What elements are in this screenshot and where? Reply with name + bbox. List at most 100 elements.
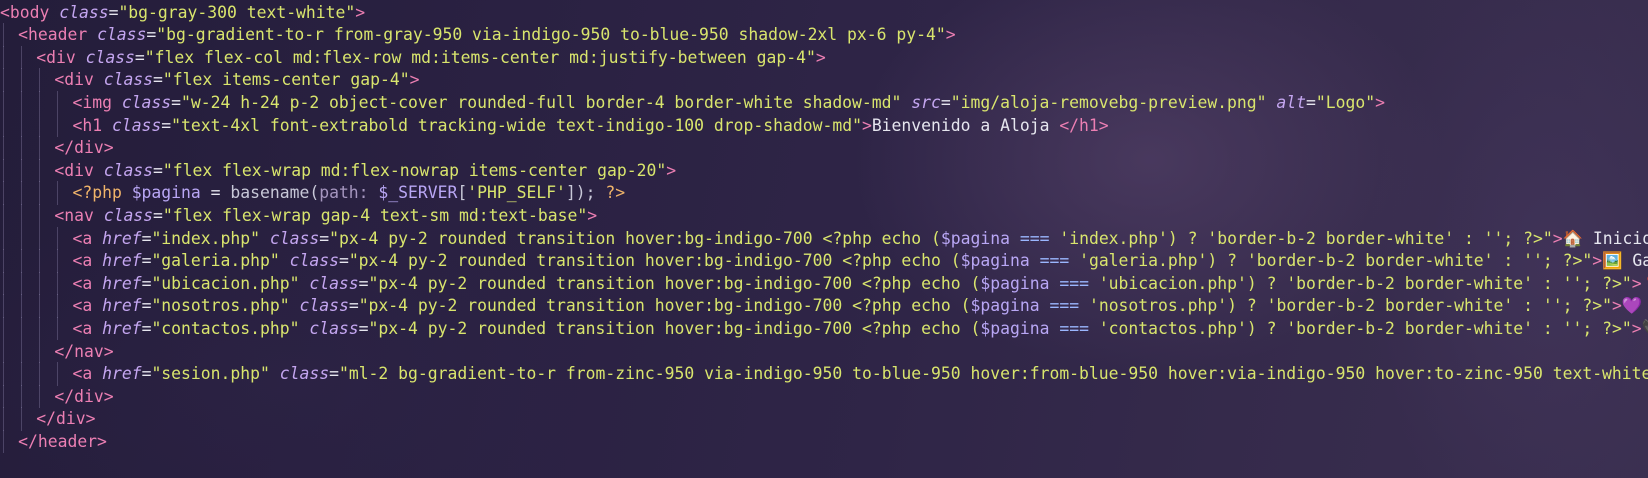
- code-line[interactable]: <img class="w-24 h-24 p-2 object-cover r…: [0, 90, 1648, 115]
- code-token: $pagina: [980, 273, 1060, 293]
- code-line[interactable]: <a href="contactos.php" class="px-4 py-2…: [0, 316, 1648, 341]
- code-token: class: [289, 251, 339, 271]
- code-token: class: [269, 228, 320, 248]
- code-token: ) ? 'border-b-2 border-white' : ''; ?>": [1207, 251, 1593, 271]
- indent-guide: [21, 203, 23, 228]
- code-line[interactable]: <a href="index.php" class="px-4 py-2 rou…: [0, 226, 1648, 251]
- code-token: >: [355, 2, 366, 22]
- code-token: <a: [72, 364, 103, 384]
- code-token: >: [587, 205, 598, 225]
- code-token: <div: [54, 160, 104, 180]
- code-token: =: [153, 70, 163, 90]
- code-token: [: [457, 183, 468, 203]
- code-token: $_SERVER: [378, 183, 458, 203]
- code-content: <div class="flex items-center gap-4">: [54, 68, 419, 92]
- code-content: <div class="flex flex-wrap md:flex-nowra…: [54, 159, 676, 183]
- indent-guide: [3, 429, 4, 454]
- code-token: 'contactos.php': [1098, 318, 1247, 338]
- code-token: $pagina: [940, 228, 1020, 248]
- code-content: <img class="w-24 h-24 p-2 object-cover r…: [72, 91, 1385, 115]
- code-token: "w-24 h-24 p-2 object-cover rounded-full…: [181, 92, 912, 112]
- code-token: =: [358, 273, 369, 293]
- code-token: 📍: [1642, 274, 1648, 293]
- code-line[interactable]: </div>: [0, 407, 1648, 431]
- code-token: </div>: [36, 409, 96, 429]
- code-content: <body class="bg-gray-300 text-white">: [0, 1, 365, 25]
- code-line[interactable]: </nav>: [0, 339, 1648, 364]
- code-token: <a: [72, 318, 103, 338]
- code-token: 'galeria.php': [1079, 251, 1208, 271]
- code-line[interactable]: <body class="bg-gray-300 text-white">: [0, 1, 1648, 25]
- code-token: class: [299, 296, 349, 316]
- code-line[interactable]: <header class="bg-gradient-to-r from-gra…: [0, 23, 1648, 47]
- code-token: href: [102, 318, 142, 338]
- code-token: 🖼️ Gale: [1602, 251, 1648, 271]
- code-token: =: [210, 183, 231, 203]
- code-token: =: [134, 47, 145, 67]
- code-line[interactable]: <h1 class="text-4xl font-extrabold track…: [0, 113, 1648, 138]
- code-token: </div>: [54, 138, 114, 158]
- code-token: ===: [1019, 228, 1060, 248]
- code-token: =: [161, 115, 172, 135]
- code-line[interactable]: <nav class="flex flex-wrap gap-4 text-sm…: [0, 203, 1648, 228]
- code-token: "bg-gradient-to-r from-gray-950 via-indi…: [156, 25, 946, 45]
- code-token: 💜 No: [1621, 296, 1643, 316]
- code-token: Bienvenido a Aloja: [871, 115, 1060, 135]
- code-token: >: [666, 160, 677, 180]
- code-line[interactable]: </div>: [0, 384, 1648, 409]
- indent-guide: [3, 203, 4, 228]
- code-line[interactable]: <div class="flex flex-col md:flex-row md…: [0, 45, 1648, 70]
- code-line[interactable]: <a href="sesion.php" class="ml-2 bg-grad…: [0, 362, 1648, 386]
- code-token: $pagina: [960, 251, 1040, 271]
- indent-guide: [39, 294, 41, 318]
- code-token: =: [940, 92, 951, 112]
- code-token: 'ubicacion.php': [1098, 273, 1247, 293]
- indent-guide: [3, 113, 4, 138]
- code-token: class: [97, 25, 147, 45]
- code-token: class: [103, 160, 154, 180]
- indent-guide: [21, 136, 23, 160]
- code-token: =: [141, 228, 152, 248]
- indent-guide: [39, 362, 41, 386]
- indent-guide: [39, 181, 41, 205]
- code-line[interactable]: <a href="galeria.php" class="px-4 py-2 r…: [0, 249, 1648, 273]
- code-token: >: [1611, 296, 1622, 316]
- indent-guide: [57, 271, 59, 296]
- code-line[interactable]: </div>: [0, 136, 1648, 160]
- indent-guide: [3, 68, 4, 92]
- code-line[interactable]: </header>: [0, 429, 1648, 454]
- code-token: <a: [72, 296, 103, 316]
- code-token: =: [153, 160, 163, 180]
- indent-guide: [57, 113, 59, 138]
- indent-guide: [39, 113, 41, 138]
- code-token: <header: [18, 25, 98, 45]
- code-content: </div>: [36, 407, 95, 431]
- indent-guide: [21, 113, 23, 138]
- code-token: "px-4 py-2 rounded transition hover:bg-i…: [358, 296, 971, 316]
- code-token: <?php: [72, 183, 132, 203]
- code-token: $pagina: [970, 296, 1050, 316]
- code-token: 'nosotros.php': [1088, 296, 1228, 316]
- indent-guide: [21, 158, 23, 183]
- code-token: "img/aloja-removebg-preview.png": [950, 92, 1277, 112]
- code-token: >: [409, 70, 420, 90]
- code-token: ) ? 'border-b-2 border-white' : ''; ?>": [1227, 296, 1612, 316]
- code-token: =: [153, 205, 163, 225]
- code-line[interactable]: <a href="ubicacion.php" class="px-4 py-2…: [0, 271, 1648, 296]
- code-line[interactable]: <a href="nosotros.php" class="px-4 py-2 …: [0, 294, 1648, 318]
- code-token: class: [309, 318, 359, 338]
- code-line[interactable]: <div class="flex flex-wrap md:flex-nowra…: [0, 158, 1648, 183]
- code-token: =: [171, 92, 182, 112]
- indent-guide: [21, 316, 23, 341]
- code-token: $pagina: [131, 183, 211, 203]
- code-line[interactable]: <div class="flex items-center gap-4">: [0, 68, 1648, 92]
- code-content: </nav>: [54, 340, 113, 364]
- code-content: <a href="ubicacion.php" class="px-4 py-2…: [72, 272, 1648, 296]
- code-token: "flex flex-wrap md:flex-nowrap items-cen…: [162, 160, 667, 180]
- code-line[interactable]: <?php $pagina = basename(path: $_SERVER[…: [0, 181, 1648, 205]
- code-token: path:: [319, 183, 379, 203]
- code-token: "sesion.php": [151, 364, 280, 384]
- code-token: >: [1631, 273, 1642, 293]
- code-editor[interactable]: <body class="bg-gray-300 text-white"> <he…: [0, 0, 1648, 478]
- indent-guide: [39, 68, 41, 92]
